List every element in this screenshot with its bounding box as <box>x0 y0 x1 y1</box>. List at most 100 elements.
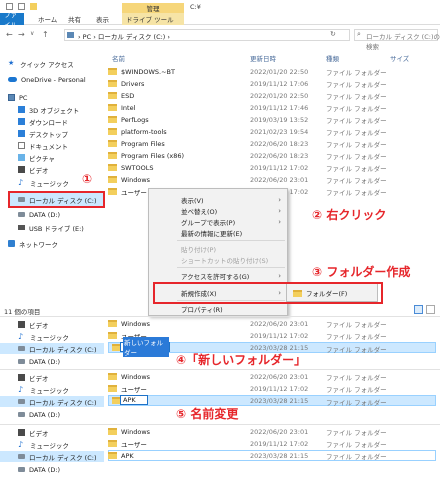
tab-file[interactable]: ファイル <box>0 11 24 29</box>
sidebar-item-data-d[interactable]: DATA (D:) <box>18 464 60 475</box>
search-icon: ⌕ <box>357 30 361 38</box>
new-folder-type: ファイル フォルダー <box>326 346 387 354</box>
sidebar-item-videos[interactable]: ビデオ <box>18 372 49 383</box>
file-row[interactable]: Intel 2019/11/12 17:46 ファイル フォルダー <box>108 102 438 113</box>
sidebar-item-onedrive[interactable]: OneDrive - Personal <box>8 74 86 85</box>
sidebar-item-music[interactable]: ♪ ミュージック <box>18 331 69 342</box>
back-arrow-icon[interactable]: ← <box>6 30 13 39</box>
folder-icon <box>108 140 117 147</box>
panel-divider <box>0 369 440 370</box>
recent-dropdown-icon[interactable]: ∨ <box>30 30 34 37</box>
folder-icon <box>108 385 117 392</box>
sidebar-item-videos[interactable]: ビデオ <box>18 319 49 330</box>
file-row[interactable]: Windows 2022/06/20 23:01 ファイル フォルダー <box>108 174 438 185</box>
video-icon <box>18 321 25 328</box>
chevron-right-icon: › <box>278 195 281 204</box>
menu-item-view[interactable]: 表示(V) › <box>149 194 289 205</box>
file-row[interactable]: ユーザー2019/11/12 17:02ファイル フォルダー <box>108 383 438 394</box>
sidebar-item-downloads[interactable]: ダウンロード <box>18 116 68 127</box>
menu-item-grant-access[interactable]: アクセスを許可する(G) › <box>149 270 289 281</box>
menu-item-refresh[interactable]: 最新の情報に更新(E) <box>149 227 289 238</box>
drive-icon <box>18 412 25 417</box>
file-row[interactable]: ESD 2022/01/20 22:50 ファイル フォルダー <box>108 90 438 101</box>
file-row[interactable]: Program Files (x86) 2022/06/20 18:23 ファイル … <box>108 150 438 161</box>
large-icons-view-icon[interactable] <box>426 305 435 314</box>
document-icon <box>18 142 25 149</box>
sidebar-item-data-d[interactable]: DATA (D:) <box>18 209 60 220</box>
drive-icon <box>18 467 25 472</box>
annotation-step-1: ① <box>82 172 93 186</box>
menu-item-paste-shortcut[interactable]: ショートカットの貼り付け(S) <box>149 254 289 265</box>
menu-item-properties[interactable]: プロパティ(R) <box>149 303 289 314</box>
menu-item-sort[interactable]: 並べ替え(O) › <box>149 205 289 216</box>
refresh-icon[interactable]: ↻ <box>330 30 336 38</box>
menu-item-group[interactable]: グループで表示(P) › <box>149 216 289 227</box>
sidebar-item-3d[interactable]: 3D オブジェクト <box>18 104 79 115</box>
tab-drive-tools[interactable]: ドライブ ツール <box>122 13 184 25</box>
sidebar-item-quick-access[interactable]: ★ クイック アクセス <box>8 58 74 69</box>
column-name[interactable]: 名前 <box>112 53 125 63</box>
desktop-icon <box>18 130 25 137</box>
picture-icon <box>18 154 25 161</box>
video-icon <box>18 166 25 173</box>
panel-divider <box>0 424 440 425</box>
tab-share[interactable]: 共有 <box>64 13 85 25</box>
file-row[interactable]: $WINDOWS.~BT 2022/01/20 22:50 ファイル フォルダー <box>108 66 438 77</box>
file-row[interactable]: Program Files 2022/06/20 18:23 ファイル フォルダー <box>108 138 438 149</box>
sidebar-item-documents[interactable]: ドキュメント <box>18 140 68 151</box>
file-row[interactable]: SWTOOLS 2019/11/12 17:02 ファイル フォルダー <box>108 162 438 173</box>
details-view-icon[interactable] <box>414 305 423 314</box>
up-arrow-icon[interactable]: ↑ <box>42 30 49 39</box>
sidebar-item-local-disk-c[interactable]: ローカル ディスク (C:) <box>18 396 96 407</box>
video-icon <box>18 429 25 436</box>
file-row[interactable]: Windows 2022/06/20 23:01 ファイル フォルダー <box>108 426 438 437</box>
sidebar-item-network[interactable]: ネットワーク <box>8 238 58 249</box>
sidebar-item-videos[interactable]: ビデオ <box>18 164 49 175</box>
forward-arrow-icon[interactable]: → <box>18 30 25 39</box>
file-row[interactable]: APK 2023/03/28 21:15 ファイル フォルダー <box>108 450 438 461</box>
video-icon <box>18 374 25 381</box>
music-icon: ♪ <box>18 178 24 187</box>
sidebar-item-music[interactable]: ♪ ミュージック <box>18 384 69 395</box>
sidebar-item-local-disk-c[interactable]: ローカル ディスク (C:) <box>18 451 96 462</box>
sidebar-item-pc[interactable]: PC <box>8 92 27 103</box>
sidebar-item-music[interactable]: ♪ ミュージック <box>18 177 69 188</box>
file-row[interactable]: Drivers 2019/11/12 17:06 ファイル フォルダー <box>108 78 438 89</box>
folder-icon <box>108 92 117 99</box>
sidebar-item-music[interactable]: ♪ ミュージック <box>18 439 69 450</box>
file-row[interactable]: Windows 2022/06/20 23:01 ファイル フォルダー <box>108 318 438 329</box>
folder-icon <box>108 428 117 435</box>
sidebar-item-data-d[interactable]: DATA (D:) <box>18 356 60 367</box>
tab-home[interactable]: ホーム <box>34 13 61 25</box>
music-icon: ♪ <box>18 385 24 394</box>
file-row[interactable]: Windows 2022/06/20 23:01 ファイル フォルダー <box>108 371 438 382</box>
drive-icon <box>18 399 25 404</box>
rename-input[interactable]: APK <box>120 395 148 405</box>
search-placeholder: ローカル ディスク (C:)の検索 <box>366 33 440 51</box>
folder-icon <box>108 116 117 123</box>
file-row[interactable]: PerfLogs 2019/03/19 13:52 ファイル フォルダー <box>108 114 438 125</box>
new-folder-icon[interactable] <box>30 3 37 10</box>
music-icon: ♪ <box>18 332 24 341</box>
manage-tab[interactable]: 管理 <box>122 3 184 13</box>
column-size[interactable]: サイズ <box>390 53 409 63</box>
drive-icon <box>18 454 25 459</box>
sidebar-item-videos[interactable]: ビデオ <box>18 427 49 438</box>
chevron-right-icon: › <box>278 271 281 280</box>
column-date[interactable]: 更新日時 <box>250 53 276 63</box>
menu-separator <box>177 240 285 241</box>
column-type[interactable]: 種類 <box>326 53 339 63</box>
sidebar-item-usb-e[interactable]: USB ドライブ (E:) <box>18 222 84 233</box>
annotation-step-2: ② 右クリック <box>312 208 387 222</box>
tab-view[interactable]: 表示 <box>92 13 113 25</box>
rename-input[interactable]: 新しいフォルダー <box>120 337 170 357</box>
menu-item-paste[interactable]: 貼り付け(P) <box>149 243 289 254</box>
file-row[interactable]: platform-tools 2021/02/23 19:54 ファイル フォルダー <box>108 126 438 137</box>
sidebar-item-desktop[interactable]: デスクトップ <box>18 128 68 139</box>
file-row[interactable]: ユーザー2019/11/12 17:02ファイル フォルダー <box>108 438 438 449</box>
music-icon: ♪ <box>18 440 24 449</box>
sidebar-item-local-disk-c[interactable]: ローカル ディスク (C:) <box>18 343 96 354</box>
pc-icon <box>8 94 15 101</box>
sidebar-item-pictures[interactable]: ピクチャ <box>18 152 55 163</box>
sidebar-item-data-d[interactable]: DATA (D:) <box>18 409 60 420</box>
